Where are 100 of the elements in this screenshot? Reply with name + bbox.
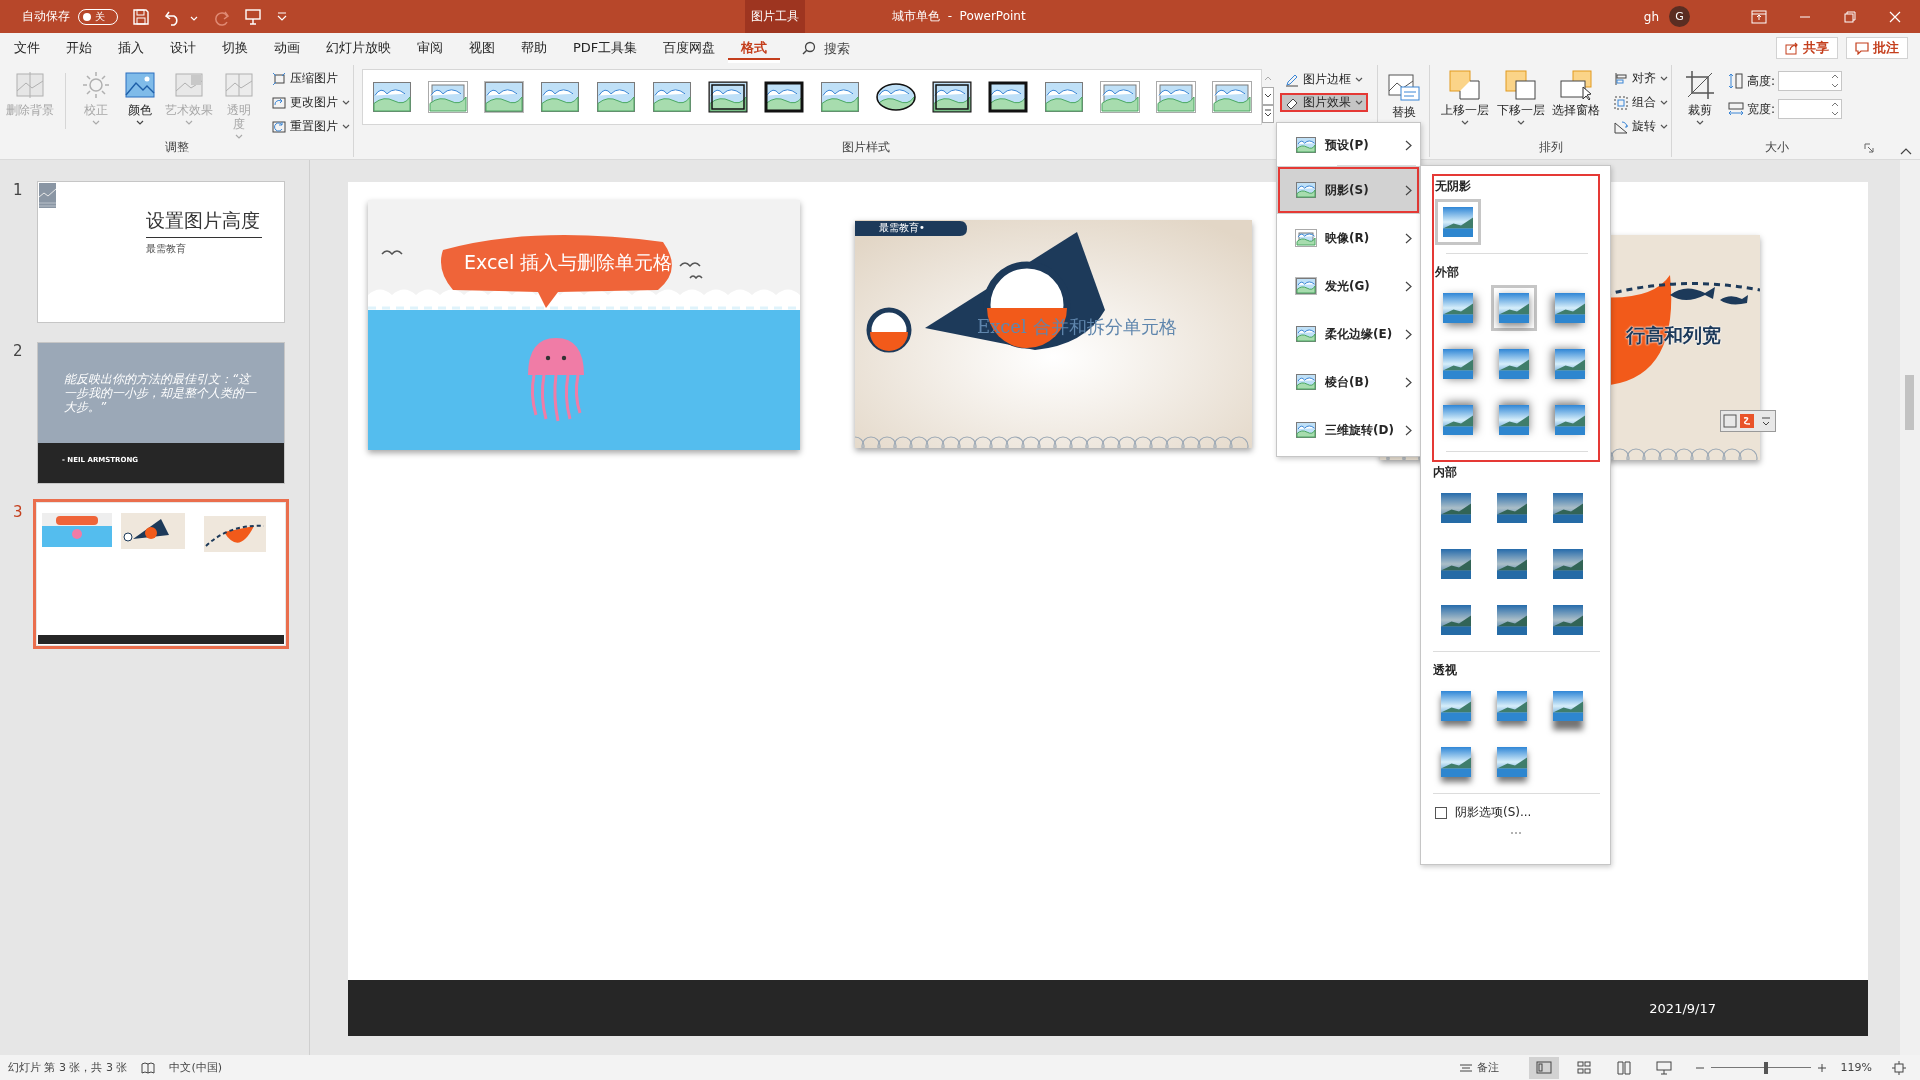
save-icon[interactable] bbox=[132, 7, 150, 26]
caret-icon bbox=[1660, 124, 1668, 129]
menu-item[interactable]: 柔化边缘(E) bbox=[1277, 310, 1420, 358]
action-button[interactable]: 批注 bbox=[1846, 37, 1908, 59]
dialog-launcher-icon[interactable] bbox=[1864, 143, 1874, 153]
ribbon-button[interactable]: 下移一层 bbox=[1493, 69, 1548, 125]
crop-button[interactable]: 裁剪 bbox=[1680, 69, 1720, 125]
landscape-icon bbox=[1497, 691, 1527, 721]
section-heading: 内部 bbox=[1433, 464, 1458, 481]
view-button[interactable] bbox=[1528, 1056, 1559, 1079]
ribbon-button[interactable]: 图片边框 bbox=[1280, 70, 1368, 89]
shadow-options-item[interactable]: 阴影选项(S)... bbox=[1421, 802, 1610, 823]
height-icon bbox=[1728, 73, 1744, 89]
slide-counter: 幻灯片 第 3 张，共 3 张 bbox=[8, 1060, 128, 1075]
search-field[interactable]: 搜索 bbox=[822, 39, 907, 57]
chevron-right-icon bbox=[1405, 424, 1412, 436]
menu-item[interactable]: 映像(R) bbox=[1277, 214, 1420, 262]
ribbon-tab[interactable]: 审阅 bbox=[404, 33, 456, 63]
ribbon-tab[interactable]: 视图 bbox=[456, 33, 508, 63]
slider-thumb[interactable] bbox=[1763, 1061, 1768, 1074]
restore-icon[interactable] bbox=[1843, 9, 1857, 24]
spin-field[interactable] bbox=[1778, 99, 1843, 119]
slide-thumbnail[interactable]: 设置图片高度 最需教育 bbox=[37, 181, 285, 323]
shadow-preset-option[interactable] bbox=[1491, 285, 1537, 331]
ribbon-button[interactable]: 图片效果 bbox=[1280, 93, 1368, 112]
ribbon-button[interactable]: 压缩图片 bbox=[269, 69, 353, 88]
avatar[interactable]: G bbox=[1669, 6, 1690, 27]
comment-icon bbox=[1855, 41, 1869, 55]
spinner-icon[interactable] bbox=[1831, 100, 1840, 118]
caret-icon bbox=[190, 15, 198, 21]
book-icon[interactable] bbox=[141, 1060, 156, 1075]
landscape-icon bbox=[1441, 691, 1471, 721]
ribbon-button[interactable]: 更改图片 bbox=[269, 93, 353, 112]
reset-picture-icon bbox=[272, 119, 286, 134]
slide-number: 2 bbox=[12, 342, 24, 362]
ribbon-button[interactable]: 上移一层 bbox=[1438, 69, 1492, 125]
group-label: 调整 bbox=[164, 139, 189, 156]
landscape-icon bbox=[1441, 747, 1471, 777]
ribbon-tab[interactable]: 帮助 bbox=[508, 33, 560, 63]
caret-icon bbox=[342, 124, 350, 129]
rotate-icon bbox=[1614, 119, 1628, 134]
resize-grip-icon[interactable] bbox=[1509, 831, 1522, 835]
ribbon-button[interactable]: 组合 bbox=[1611, 93, 1671, 112]
landscape-icon bbox=[540, 81, 580, 113]
ribbon-tab[interactable]: 百度网盘 bbox=[650, 33, 729, 63]
chevron-right-icon bbox=[1405, 184, 1412, 196]
fit-slide-icon[interactable] bbox=[1892, 1060, 1906, 1075]
ribbon-tab[interactable]: 幻灯片放映 bbox=[313, 33, 404, 63]
ribbon-tab[interactable]: 格式 bbox=[728, 33, 781, 63]
landscape-icon bbox=[1295, 373, 1317, 391]
collapse-ribbon-icon[interactable] bbox=[1900, 147, 1912, 155]
landscape-icon bbox=[1100, 81, 1140, 113]
notes-button[interactable]: 备注 bbox=[1458, 1060, 1499, 1075]
search-icon[interactable] bbox=[802, 41, 817, 55]
section-heading: 无阴影 bbox=[1435, 178, 1472, 195]
fish-drawing bbox=[1720, 295, 1748, 305]
scroll-down-icon[interactable] bbox=[1262, 87, 1274, 105]
share-icon bbox=[1785, 41, 1799, 55]
vertical-scrollbar[interactable] bbox=[1900, 160, 1920, 1055]
menu-item[interactable]: 预设(P) bbox=[1277, 125, 1420, 165]
ribbon-button[interactable]: 颜色 bbox=[119, 69, 160, 125]
ribbon-tab[interactable]: 动画 bbox=[261, 33, 313, 63]
caret-icon bbox=[1660, 100, 1668, 105]
ribbon-display-icon[interactable] bbox=[1751, 9, 1767, 24]
ribbon-button[interactable]: 选择窗格 bbox=[1549, 69, 1603, 117]
menu-item[interactable]: 发光(G) bbox=[1277, 262, 1420, 310]
checkbox[interactable] bbox=[1435, 806, 1447, 819]
menu-item[interactable]: 棱台(B) bbox=[1277, 358, 1420, 406]
replace-button[interactable]: 替换 bbox=[1383, 73, 1424, 119]
close-icon[interactable] bbox=[1888, 9, 1902, 24]
ribbon-tab[interactable]: PDF工具集 bbox=[560, 33, 651, 63]
menu-item[interactable]: 三维旋转(D) bbox=[1277, 406, 1420, 454]
ribbon-button[interactable]: 旋转 bbox=[1611, 117, 1671, 136]
scroll-thumb[interactable] bbox=[1905, 375, 1914, 430]
send-backward-icon bbox=[1503, 69, 1538, 101]
action-button[interactable]: 共享 bbox=[1776, 37, 1838, 59]
ribbon-tab[interactable]: 文件 bbox=[0, 33, 53, 63]
align-icon bbox=[1614, 71, 1628, 86]
presentation-icon[interactable] bbox=[244, 7, 262, 26]
ribbon-tab[interactable]: 切换 bbox=[209, 33, 261, 63]
ribbon-tab[interactable]: 插入 bbox=[105, 33, 157, 63]
ribbon-button[interactable]: 对齐 bbox=[1611, 69, 1671, 88]
shadow-preset-option[interactable] bbox=[1435, 199, 1481, 245]
input-method-toolbar-icon[interactable] bbox=[1720, 410, 1776, 432]
zoom-level[interactable]: 119% bbox=[1840, 1061, 1872, 1074]
spin-field[interactable] bbox=[1778, 71, 1843, 91]
chevron-right-icon bbox=[1405, 328, 1412, 340]
caret-icon bbox=[1355, 100, 1363, 105]
chevron-right-icon bbox=[1405, 280, 1412, 292]
ribbon-button[interactable]: 重置图片 bbox=[269, 117, 353, 136]
zoom-in-icon[interactable] bbox=[1816, 1062, 1827, 1073]
spinner-icon[interactable] bbox=[1831, 72, 1840, 90]
ribbon-tab[interactable]: 开始 bbox=[53, 33, 105, 63]
more-icon[interactable] bbox=[1262, 105, 1274, 123]
menu-item[interactable]: 阴影(S) bbox=[1277, 166, 1420, 214]
ribbon-tab[interactable]: 设计 bbox=[157, 33, 209, 63]
customize-icon[interactable] bbox=[276, 10, 288, 23]
caret-icon bbox=[1696, 120, 1704, 125]
show-view-icon bbox=[1655, 1059, 1672, 1076]
quote-text: 能反映出你的方法的最佳引文：“这一步我的一小步，却是整个人类的一大步。” bbox=[64, 372, 258, 414]
